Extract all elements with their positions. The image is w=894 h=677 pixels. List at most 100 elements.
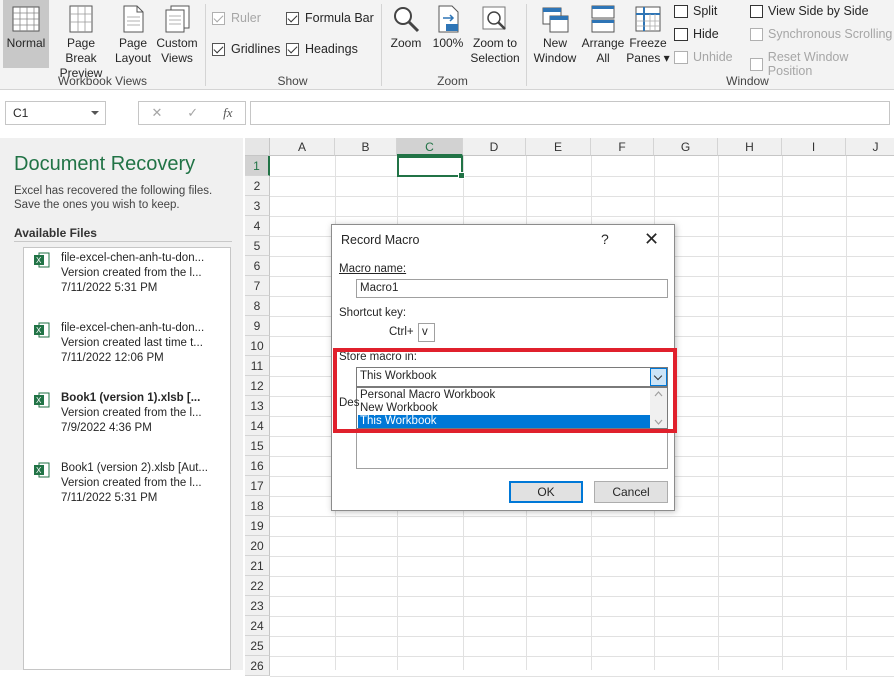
page-layout-label-1: Page [118,36,148,50]
ok-button[interactable]: OK [509,481,583,503]
column-header-d[interactable]: D [463,138,526,156]
gridline [270,176,894,177]
row-header-15[interactable]: 15 [245,436,270,456]
hide-icon [674,27,688,41]
row-header-5[interactable]: 5 [245,236,270,256]
unhide-button[interactable]: Unhide [674,50,733,64]
freeze-panes-label-2: Panes ▾ [626,51,670,65]
file-name: Book1 (version 1).xlsb [... [61,392,201,404]
column-header-e[interactable]: E [526,138,591,156]
row-header-3[interactable]: 3 [245,196,270,216]
page-layout-button[interactable]: Page Layout [114,4,152,66]
normal-view-icon [12,6,40,32]
zoom-button[interactable]: Zoom [387,4,425,51]
sync-scroll-icon [750,27,763,41]
headings-checkbox[interactable]: Headings [286,42,358,56]
row-header-20[interactable]: 20 [245,536,270,556]
column-header-h[interactable]: H [718,138,782,156]
zoom-to-selection-button[interactable]: Zoom to Selection [468,4,522,66]
insert-function-icon[interactable]: fx [223,105,232,121]
view-side-by-side-button[interactable]: View Side by Side [750,4,869,18]
row-header-26[interactable]: 26 [245,656,270,676]
zoom-selection-label-1: Zoom to [472,36,517,50]
row-header-16[interactable]: 16 [245,456,270,476]
list-item[interactable]: X file-excel-chen-anh-tu-don... Version … [24,318,230,378]
row-header-25[interactable]: 25 [245,636,270,656]
column-header-b[interactable]: B [335,138,397,156]
macro-name-field[interactable]: Macro1 [356,279,668,298]
row-header-13[interactable]: 13 [245,396,270,416]
custom-views-button[interactable]: Custom Views [154,4,200,66]
row-header-2[interactable]: 2 [245,176,270,196]
select-all-corner[interactable] [245,138,270,156]
list-item[interactable]: X Book1 (version 1).xlsb [... Version cr… [24,388,230,448]
row-header-14[interactable]: 14 [245,416,270,436]
page-layout-label-2: Layout [114,51,152,65]
row-header-7[interactable]: 7 [245,276,270,296]
file-date: 7/11/2022 5:31 PM [61,492,158,504]
window-group-label: Window [726,74,769,88]
row-header-22[interactable]: 22 [245,576,270,596]
close-icon[interactable]: ✕ [644,229,659,250]
zoom-100-button[interactable]: 100% [430,4,466,51]
dialog-title: Record Macro [341,233,420,247]
reset-position-icon [750,57,763,71]
normal-view-button[interactable]: Normal [3,0,49,68]
list-item[interactable]: X file-excel-chen-anh-tu-don... Version … [24,248,230,308]
row-header-18[interactable]: 18 [245,496,270,516]
active-cell[interactable] [397,156,465,179]
file-name: Book1 (version 2).xlsb [Aut... [61,462,209,474]
freeze-panes-button[interactable]: Freeze Panes ▾ [626,4,670,66]
row-header-17[interactable]: 17 [245,476,270,496]
split-button[interactable]: Split [674,4,717,18]
row-header-6[interactable]: 6 [245,256,270,276]
shortcut-key-field[interactable]: v [418,323,435,342]
arrange-all-button[interactable]: Arrange All [580,4,626,66]
cancel-entry-icon[interactable]: ✕ [151,105,162,121]
confirm-entry-icon[interactable]: ✓ [187,105,198,121]
synchronous-scrolling-button[interactable]: Synchronous Scrolling [750,27,892,41]
row-header-11[interactable]: 11 [245,356,270,376]
recovery-title: Document Recovery [14,153,196,175]
new-window-label-2: Window [533,51,577,65]
new-window-button[interactable]: New Window [530,4,580,66]
page-break-preview-button[interactable]: Page Break Preview [50,4,112,81]
gridlines-checkbox[interactable]: Gridlines [212,42,280,56]
row-header-4[interactable]: 4 [245,216,270,236]
row-header-9[interactable]: 9 [245,316,270,336]
cancel-button[interactable]: Cancel [594,481,668,503]
name-box[interactable]: C1 [5,101,106,125]
formula-input[interactable] [250,101,890,125]
help-icon[interactable]: ? [601,231,609,247]
svg-text:X: X [36,326,42,335]
svg-text:X: X [36,466,42,475]
column-header-c[interactable]: C [397,138,463,156]
page-break-icon [69,5,93,33]
custom-views-icon [165,5,190,33]
arrange-all-label-2: All [596,51,610,65]
excel-file-icon: X [34,252,50,268]
column-header-j[interactable]: J [846,138,894,156]
row-header-10[interactable]: 10 [245,336,270,356]
description-field[interactable] [356,431,668,469]
row-header-21[interactable]: 21 [245,556,270,576]
column-header-a[interactable]: A [270,138,335,156]
recovered-files-list: X file-excel-chen-anh-tu-don... Version … [23,247,231,670]
hide-button[interactable]: Hide [674,27,719,41]
formula-bar-checkbox[interactable]: Formula Bar [286,11,374,25]
name-box-value: C1 [13,106,29,120]
row-header-19[interactable]: 19 [245,516,270,536]
ribbon: Normal Page Break Preview Page Layout Cu… [0,0,894,90]
ruler-checkbox[interactable]: Ruler [212,11,261,25]
recovery-desc-line-2: Save the ones you wish to keep. [14,199,180,211]
row-header-23[interactable]: 23 [245,596,270,616]
row-header-12[interactable]: 12 [245,376,270,396]
column-header-f[interactable]: F [591,138,654,156]
chevron-down-icon[interactable] [91,111,99,115]
column-header-g[interactable]: G [654,138,718,156]
row-header-8[interactable]: 8 [245,296,270,316]
column-header-i[interactable]: I [782,138,846,156]
row-header-24[interactable]: 24 [245,616,270,636]
row-header-1[interactable]: 1 [245,156,270,176]
list-item[interactable]: X Book1 (version 2).xlsb [Aut... Version… [24,458,230,518]
